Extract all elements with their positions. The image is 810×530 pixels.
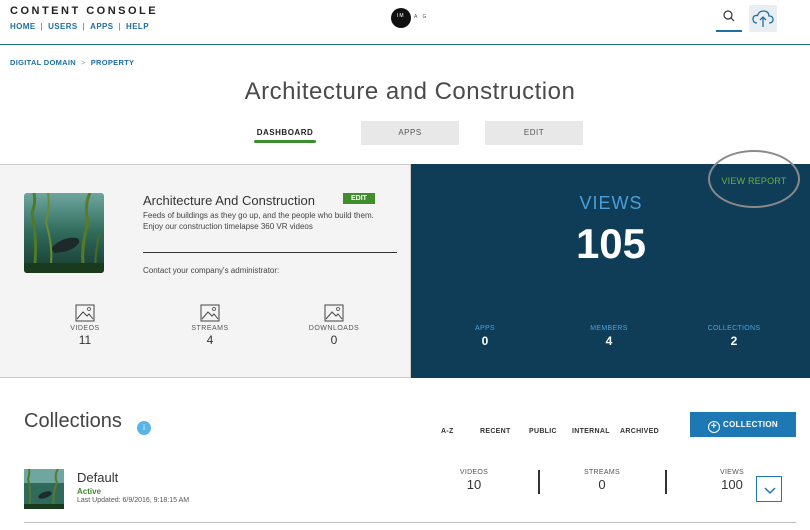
row-divider <box>24 522 796 523</box>
divider <box>143 252 397 253</box>
row-streams: STREAMS 0 <box>584 469 620 492</box>
tab-edit[interactable]: EDIT <box>485 121 583 145</box>
tab-apps[interactable]: APPS <box>361 121 459 145</box>
breadcrumb-property[interactable]: PROPERTY <box>91 58 135 67</box>
edit-property-button[interactable]: EDIT <box>343 193 375 204</box>
videos-count: 11 <box>78 333 92 347</box>
views-count: 105 <box>575 220 647 267</box>
property-panel: Architecture And Construction EDIT Feeds… <box>0 164 411 378</box>
nav-home[interactable]: HOME <box>10 22 36 31</box>
breadcrumb-digital-domain[interactable]: DIGITAL DOMAIN <box>10 58 76 67</box>
image-icon <box>200 304 220 322</box>
stat-videos: VIDEOS 11 <box>45 304 125 347</box>
add-collection-button[interactable]: + COLLECTION <box>690 412 796 437</box>
views-label: VIEWS <box>579 193 643 213</box>
sort-recent[interactable]: RECENT <box>480 428 511 435</box>
last-updated: Last Updated: 6/9/2016, 9:18:15 AM <box>77 497 190 504</box>
stat-streams: STREAMS 4 <box>170 304 250 347</box>
chevron-right-icon: > <box>81 58 86 67</box>
sort-archived[interactable]: ARCHIVED <box>620 428 659 435</box>
vstat-members: MEMBERS 4 <box>590 325 628 348</box>
search-icon <box>723 10 735 22</box>
chevron-down-icon <box>764 487 776 495</box>
property-thumbnail <box>24 193 104 273</box>
property-name: Architecture And Construction <box>143 193 315 208</box>
divider <box>665 470 667 494</box>
property-description: Feeds of buildings as they go up, and th… <box>143 211 374 231</box>
row-videos: VIDEOS 10 <box>459 469 489 492</box>
image-icon <box>324 304 344 322</box>
downloads-count: 0 <box>330 333 338 347</box>
top-nav: HOME | USERS | APPS | HELP <box>10 22 149 31</box>
sort-public[interactable]: PUBLIC <box>529 428 557 435</box>
status-badge: Active <box>77 487 102 496</box>
company-logo: IM A G <box>391 8 431 28</box>
vstat-apps: APPS 0 <box>475 325 495 348</box>
collections-title: Collections <box>24 410 122 432</box>
page-title: Architecture and Construction <box>244 78 576 105</box>
nav-users[interactable]: USERS <box>48 22 78 31</box>
cloud-upload-icon <box>752 10 774 27</box>
divider <box>538 470 540 494</box>
contact-text: Contact your company's administrator: <box>143 266 280 275</box>
brand-title: CONTENT CONSOLE <box>10 5 159 17</box>
tab-dashboard[interactable]: DASHBOARD <box>252 121 318 145</box>
expand-row-button[interactable] <box>756 476 782 502</box>
collection-name[interactable]: Default <box>77 470 118 485</box>
sort-a-z[interactable]: A-Z <box>441 428 454 435</box>
stat-downloads: DOWNLOADS 0 <box>294 304 374 347</box>
app-header: CONTENT CONSOLE HOME | USERS | APPS | HELP IM … <box>0 0 810 45</box>
breadcrumb: DIGITAL DOMAIN > PROPERTY <box>10 58 134 67</box>
collection-thumbnail[interactable] <box>24 469 64 509</box>
plus-circle-icon: + <box>708 421 720 433</box>
vstat-collections: COLLECTIONS 2 <box>707 325 761 348</box>
sort-internal[interactable]: INTERNAL <box>572 428 610 435</box>
info-icon[interactable]: i <box>137 421 151 435</box>
upload-button[interactable] <box>749 5 777 32</box>
image-icon <box>75 304 95 322</box>
nav-apps[interactable]: APPS <box>90 22 113 31</box>
search-button[interactable] <box>716 6 742 32</box>
nav-help[interactable]: HELP <box>126 22 149 31</box>
streams-count: 4 <box>206 333 214 347</box>
